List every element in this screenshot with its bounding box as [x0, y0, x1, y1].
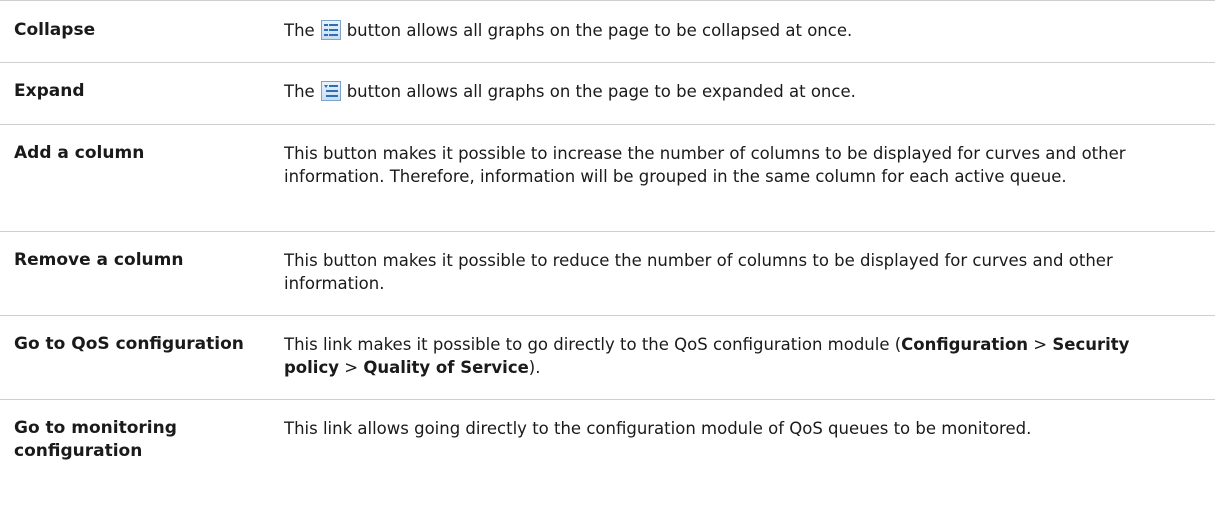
desc-text-after: button allows all graphs on the page to … [346, 82, 856, 101]
desc-text-part1: This link makes it possible to go direct… [284, 335, 902, 354]
table-row: Collapse The button allows all graphs on … [0, 0, 1215, 63]
path-separator: > [1028, 335, 1053, 354]
menu-path-configuration: Configuration [901, 335, 1029, 354]
term-remove-column: Remove a column [14, 250, 184, 270]
menu-path-quality-of-service: Quality of Service [363, 358, 529, 377]
expand-all-icon [320, 81, 341, 101]
table-row: Remove a column This button makes it pos… [0, 231, 1215, 316]
desc-text-part2: ). [528, 358, 541, 377]
desc-monitoring-config: This link allows going directly to the c… [284, 419, 1032, 438]
term-add-column: Add a column [14, 143, 145, 163]
desc-text-after: button allows all graphs on the page to … [346, 21, 853, 40]
term-expand: Expand [14, 81, 85, 101]
desc-text-before: The [284, 82, 315, 101]
table-row: Go to monitoring configuration This link… [0, 399, 1215, 473]
desc-collapse: The button allows all graphs on the page … [284, 1, 1215, 63]
table-row: Add a column This button makes it possib… [0, 124, 1215, 232]
path-separator: > [339, 358, 364, 377]
desc-text-before: The [284, 21, 315, 40]
table-row: Go to QoS configuration This link makes … [0, 315, 1215, 400]
term-monitoring-config: Go to monitoring configuration [14, 418, 177, 461]
desc-expand: The button allows all graphs on the page … [284, 63, 1215, 125]
term-collapse: Collapse [14, 20, 96, 40]
options-table: Collapse The button allows all graphs on … [0, 0, 1215, 472]
table-row: Expand The button allows all graphs on th… [0, 62, 1215, 125]
term-qos-config: Go to QoS configuration [14, 334, 244, 354]
collapse-all-icon [320, 20, 341, 40]
desc-remove-column: This button makes it possible to reduce … [284, 251, 1113, 293]
desc-add-column: This button makes it possible to increas… [284, 144, 1126, 186]
desc-qos-config: This link makes it possible to go direct… [284, 316, 1215, 400]
